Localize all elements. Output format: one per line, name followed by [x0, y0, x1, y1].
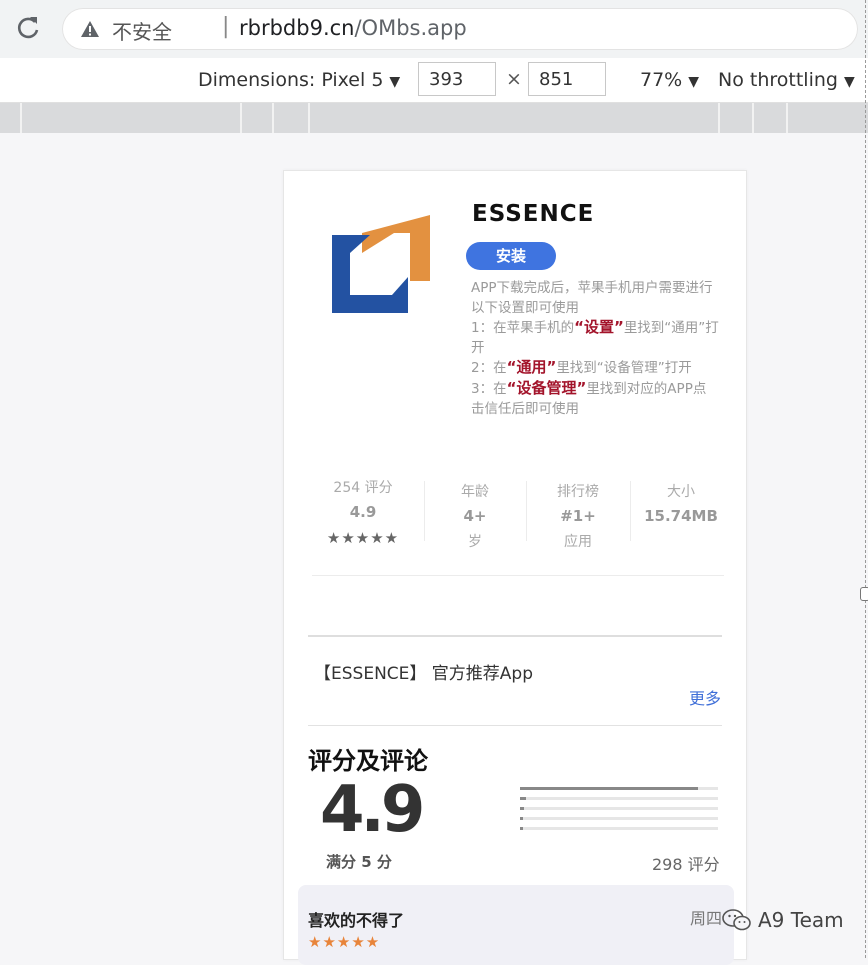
dimensions-label: Dimensions: Pixel 5 — [198, 69, 384, 91]
instruction-step-1: 1：在苹果手机的“设置”里找到“通用”打开 — [471, 318, 719, 358]
rating-bar — [520, 817, 718, 820]
ruler-tick — [272, 103, 274, 133]
app-stats: 254 评分 4.9 ★★★★★ 年龄 4+ 岁 排行榜 #1+ 应用 大小 1… — [312, 471, 724, 576]
stat-label: 年龄 — [461, 484, 489, 500]
wechat-icon — [722, 909, 751, 931]
rating-bar — [520, 827, 718, 830]
divider — [308, 725, 722, 726]
review-stars-icon: ★★★★★ — [308, 933, 381, 951]
viewport-edge — [865, 0, 866, 958]
stat-label: 254 评分 — [333, 480, 393, 496]
rating-bar-fill — [520, 827, 523, 830]
max-score-label: 满分 5 分 — [326, 853, 392, 871]
app-logo — [332, 215, 430, 313]
rating-bar-fill — [520, 787, 698, 790]
stat-unit: 应用 — [564, 534, 592, 550]
ruler-tick — [786, 103, 788, 133]
throttling-label: No throttling — [718, 69, 838, 91]
address-separator: | — [222, 14, 230, 39]
stat-value: #1+ — [560, 507, 596, 525]
step-highlight: “设备管理” — [506, 378, 587, 397]
stat-value: 15.74MB — [644, 507, 718, 525]
warning-icon — [81, 21, 99, 37]
review-card[interactable]: 喜欢的不得了 周四 ★★★★★ — [298, 885, 734, 965]
rating-bar-fill — [520, 817, 523, 820]
ruler-tick — [20, 103, 22, 133]
throttling-select[interactable]: No throttling ▼ — [718, 69, 855, 91]
divider — [526, 481, 527, 541]
device-width-input[interactable] — [418, 62, 496, 96]
url-path: /OMbs.app — [354, 16, 467, 40]
security-label: 不安全 — [112, 20, 172, 44]
device-height-input[interactable] — [528, 62, 606, 96]
star-rating-icon: ★★★★★ — [326, 529, 400, 547]
review-title: 喜欢的不得了 — [308, 911, 405, 930]
review-day: 周四 — [690, 909, 723, 928]
stat-label: 大小 — [667, 484, 695, 500]
ruler-tick — [308, 103, 310, 133]
more-link[interactable]: 更多 — [689, 685, 721, 709]
rating-bar-fill — [520, 807, 524, 810]
stat-age: 年龄 4+ 岁 — [430, 481, 520, 551]
ruler-tick — [240, 103, 242, 133]
divider — [424, 481, 425, 541]
reload-icon[interactable] — [14, 14, 42, 42]
step-highlight: “设置” — [574, 318, 624, 337]
address-bar[interactable]: 不安全 | rbrbdb9.cn/OMbs.app — [62, 8, 858, 50]
official-recommendation: 【ESSENCE】 官方推荐App — [314, 664, 534, 684]
zoom-label: 77% — [640, 69, 683, 91]
url-text: rbrbdb9.cn/OMbs.app — [239, 16, 467, 40]
step-text: 里找到“设备管理”打开 — [556, 360, 692, 377]
stat-value: 4+ — [463, 507, 487, 525]
app-name: ESSENCE — [472, 201, 595, 227]
rating-bar — [520, 787, 718, 790]
rating-bar — [520, 797, 718, 800]
step-text: 3：在 — [471, 380, 507, 397]
watermark-text: A9 Team — [758, 908, 844, 932]
ruler-tick — [718, 103, 720, 133]
phone-viewport: ESSENCE 安装 APP下载完成后，苹果手机用户需要进行以下设置即可使用 1… — [283, 170, 747, 965]
device-toolbar: Dimensions: Pixel 5 ▼ × 77% ▼ No throttlin… — [0, 58, 868, 103]
instruction-step-2: 2：在“通用”里找到“设备管理”打开 — [471, 358, 719, 379]
stat-label: 排行榜 — [557, 484, 599, 500]
stat-value: 4.9 — [349, 503, 377, 521]
stat-rank: 排行榜 #1+ 应用 — [532, 481, 624, 551]
stat-ratings: 254 评分 4.9 ★★★★★ — [318, 477, 408, 547]
stat-unit: 岁 — [468, 534, 482, 550]
step-text: 1：在苹果手机的 — [471, 320, 575, 337]
caret-down-icon: ▼ — [843, 74, 855, 90]
rating-bar — [520, 807, 718, 810]
stat-size: 大小 15.74MB — [636, 481, 726, 525]
watermark: A9 Team — [722, 908, 844, 932]
divider — [630, 481, 631, 541]
caret-down-icon: ▼ — [389, 74, 401, 90]
ruler-tick — [752, 103, 754, 133]
instruction-intro: APP下载完成后，苹果手机用户需要进行以下设置即可使用 — [471, 280, 713, 316]
step-highlight: “通用” — [506, 358, 557, 377]
instruction-step-3: 3：在“设备管理”里找到对应的APP点击信任后即可使用 — [471, 379, 719, 419]
dimensions-select[interactable]: Dimensions: Pixel 5 ▼ — [198, 69, 400, 91]
install-instructions: APP下载完成后，苹果手机用户需要进行以下设置即可使用 1：在苹果手机的“设置”… — [471, 279, 719, 419]
browser-toolbar: 不安全 | rbrbdb9.cn/OMbs.app — [0, 0, 868, 58]
caret-down-icon: ▼ — [688, 74, 700, 90]
rating-distribution — [520, 787, 720, 839]
resize-handle[interactable] — [860, 587, 868, 601]
times-sign: × — [506, 68, 522, 90]
divider — [308, 635, 722, 637]
url-host: rbrbdb9.cn — [239, 16, 355, 40]
ratings-title: 评分及评论 — [308, 747, 428, 775]
step-text: 2：在 — [471, 360, 507, 377]
install-button[interactable]: 安装 — [466, 242, 556, 270]
rating-bar-fill — [520, 797, 526, 800]
rating-count: 298 评分 — [652, 855, 720, 874]
zoom-select[interactable]: 77% ▼ — [640, 69, 699, 91]
media-query-ruler[interactable] — [0, 103, 868, 133]
average-score: 4.9 — [320, 773, 425, 847]
